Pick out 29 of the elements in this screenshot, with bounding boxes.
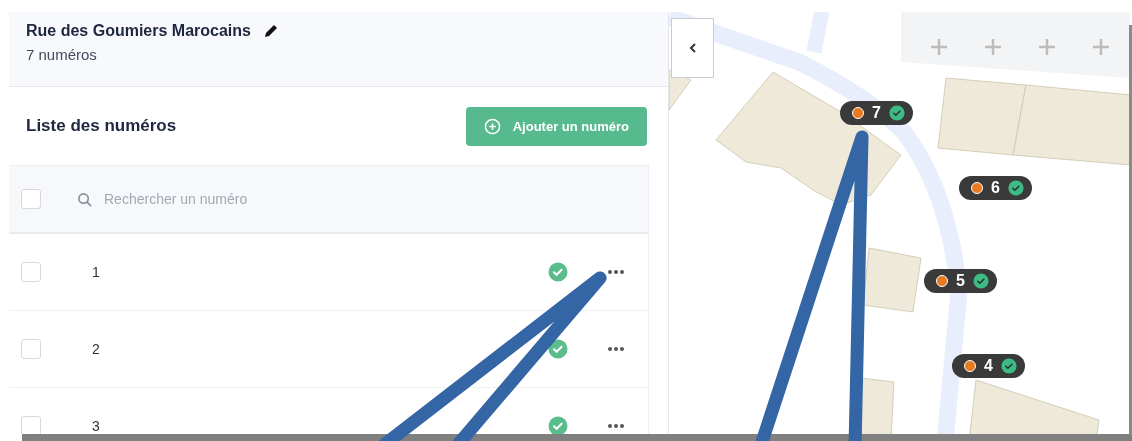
more-icon[interactable]: [607, 269, 625, 275]
house-number: 3: [92, 418, 101, 434]
edit-icon[interactable]: [262, 23, 279, 39]
street-name: Rue des Goumiers Marocains: [26, 22, 251, 40]
search-field[interactable]: Rechercher un numéro: [102, 190, 366, 208]
status-dot-icon: [971, 182, 983, 194]
select-all-checkbox[interactable]: [21, 189, 41, 209]
more-icon[interactable]: [607, 423, 625, 429]
more-icon[interactable]: [607, 346, 625, 352]
row-checkbox[interactable]: [21, 339, 41, 359]
row-checkbox[interactable]: [21, 262, 41, 282]
house-number: 2: [92, 341, 101, 357]
list-title: Liste des numéros: [26, 116, 177, 136]
search-icon: [77, 191, 92, 207]
status-dot-icon: [852, 107, 864, 119]
map-marker[interactable]: 6: [959, 176, 1032, 200]
chevron-left-icon: [687, 42, 698, 54]
plus-circle-icon: [483, 117, 501, 135]
map-marker[interactable]: 4: [952, 354, 1025, 378]
house-number: 1: [92, 264, 101, 280]
status-dot-icon: [936, 275, 948, 287]
map-marker[interactable]: 5: [924, 269, 997, 293]
building: [862, 247, 922, 313]
map-marker[interactable]: 7: [840, 101, 913, 125]
row-checkbox[interactable]: [21, 416, 41, 434]
collapse-button[interactable]: [671, 18, 714, 78]
number-count: 7 numéros: [26, 46, 98, 63]
status-dot-icon: [964, 360, 976, 372]
building: [860, 377, 895, 434]
